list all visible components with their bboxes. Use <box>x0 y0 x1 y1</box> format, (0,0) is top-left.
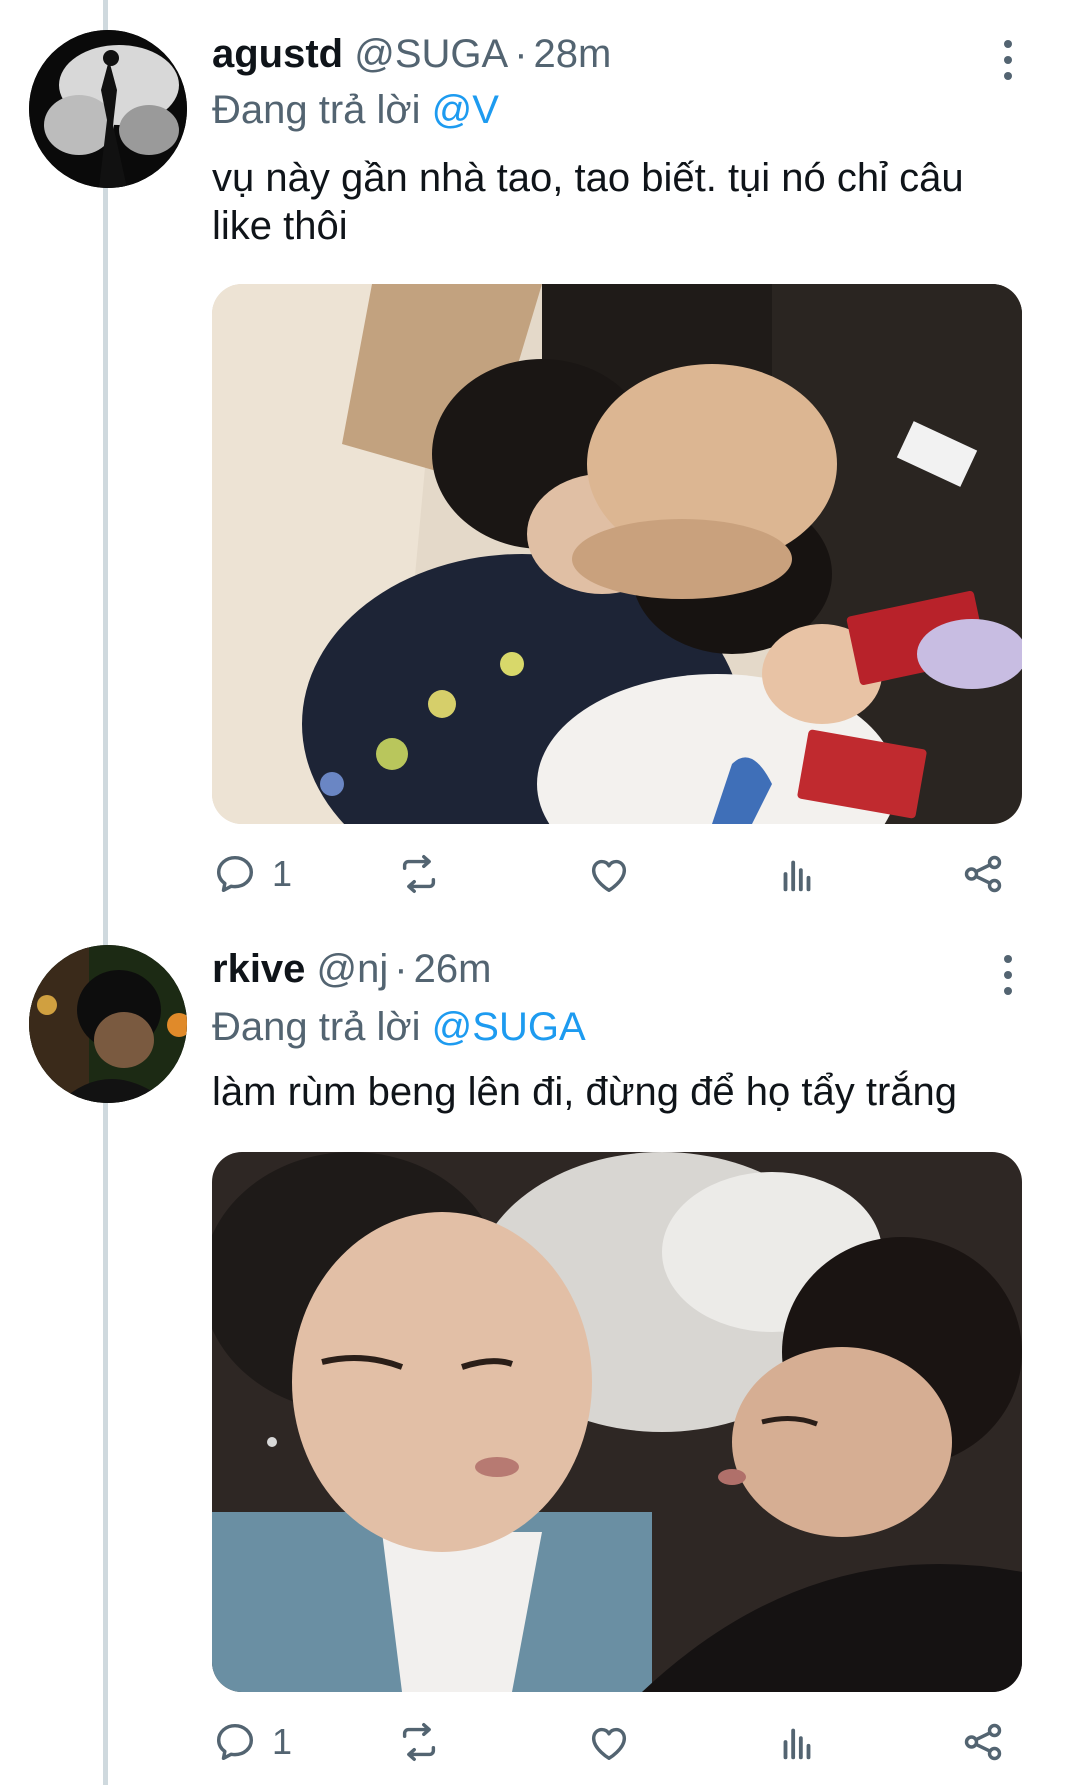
tweet-text: làm rùm beng lên đi, đừng để họ tẩy trắn… <box>212 1070 957 1114</box>
timestamp[interactable]: 28m <box>534 32 612 76</box>
share-button[interactable] <box>960 1714 1006 1770</box>
share-icon <box>964 1723 1002 1761</box>
more-icon[interactable] <box>988 36 1028 84</box>
reply-prefix: Đang trả lời <box>212 1005 421 1049</box>
reply-prefix: Đang trả lời <box>212 88 421 132</box>
share-button[interactable] <box>960 846 1006 902</box>
analytics-icon <box>783 860 811 892</box>
user-handle[interactable]: @nj <box>317 947 389 991</box>
reply-button[interactable]: 1 <box>212 1714 292 1770</box>
separator: · <box>394 947 408 991</box>
separator: · <box>514 32 528 76</box>
like-button[interactable] <box>586 1714 632 1770</box>
retweet-button[interactable] <box>396 846 442 902</box>
timestamp[interactable]: 26m <box>414 947 492 991</box>
reply-icon <box>216 1723 254 1761</box>
reply-count: 1 <box>272 853 293 894</box>
more-icon[interactable] <box>988 951 1028 999</box>
reply-mention[interactable]: @V <box>432 88 499 132</box>
reply-button[interactable]: 1 <box>212 846 292 902</box>
reply-mention[interactable]: @SUGA <box>432 1005 586 1049</box>
like-icon <box>591 859 627 893</box>
tweet-text: vụ này gần nhà tao, tao biết. tụi nó chỉ… <box>212 156 964 248</box>
tweet-image[interactable] <box>212 284 1022 824</box>
avatar[interactable] <box>29 945 187 1103</box>
reply-icon <box>216 855 254 893</box>
display-name[interactable]: agustd <box>212 32 343 76</box>
reply-count: 1 <box>272 1721 293 1762</box>
analytics-button[interactable] <box>774 1714 820 1770</box>
retweet-icon <box>402 1723 436 1761</box>
display-name[interactable]: rkive <box>212 947 305 991</box>
analytics-button[interactable] <box>774 846 820 902</box>
like-icon <box>591 1727 627 1761</box>
user-handle[interactable]: @SUGA <box>354 32 508 76</box>
thread-line <box>103 0 108 1785</box>
retweet-button[interactable] <box>396 1714 442 1770</box>
tweet-image[interactable] <box>212 1152 1022 1692</box>
analytics-icon <box>783 1728 811 1760</box>
like-button[interactable] <box>586 846 632 902</box>
retweet-icon <box>402 855 436 893</box>
share-icon <box>964 855 1002 893</box>
avatar[interactable] <box>29 30 187 188</box>
